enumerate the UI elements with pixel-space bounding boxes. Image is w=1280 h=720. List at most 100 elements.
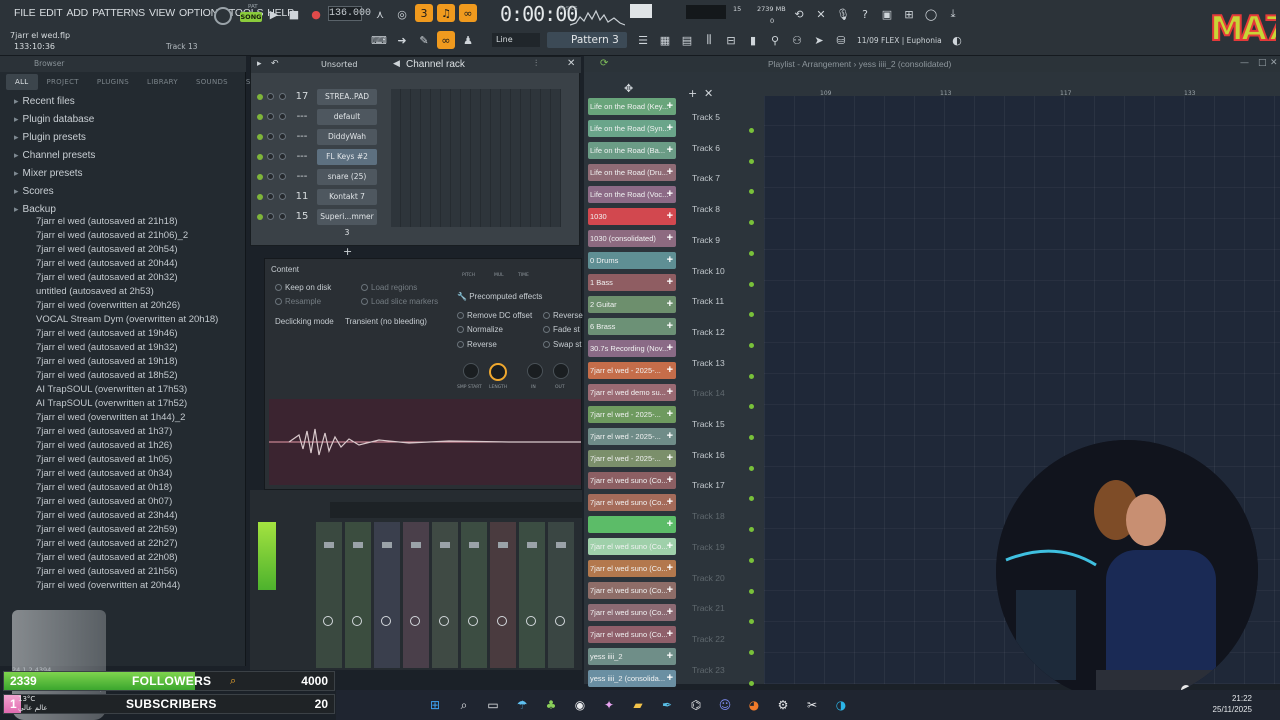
load-regions-option[interactable]: Load regions [361,283,417,292]
rack-channel[interactable]: --- FL Keys #2 [257,149,387,165]
loop-record-icon[interactable]: ∞ [459,4,477,22]
mixer-channel[interactable] [490,522,516,668]
menu-add[interactable]: ADD [67,7,89,19]
save-icon[interactable]: ▣ [878,5,896,23]
channel-pan-knob[interactable] [267,113,274,120]
browser-file-item[interactable]: 7jarr el wed (autosaved at 0h18) [36,482,172,493]
mixer-fader-handle[interactable] [353,542,363,548]
browser-folder[interactable]: ▸ Backup [14,204,56,215]
rack-channel[interactable]: 15 Superi...mmer 3 [257,209,387,237]
wait-input-icon[interactable]: ◎ [393,5,411,23]
channel-volume-knob[interactable] [279,173,286,180]
track-name[interactable]: Track 13 [692,358,725,368]
channel-pan-knob[interactable] [267,173,274,180]
pattern-clip[interactable]: 1030 (consolidated) + [588,230,676,247]
add-track-icon[interactable]: + [688,87,697,100]
swap-stereo-option[interactable]: Swap st [543,340,581,349]
chat-icon[interactable]: ◯ [922,5,940,23]
help-icon[interactable]: ? [856,5,874,23]
add-pattern-icon[interactable]: + [667,362,673,379]
track-name[interactable]: Track 21 [692,603,725,613]
pattern-clip[interactable]: + [588,516,676,533]
track-enable-dot[interactable] [749,158,754,164]
cart-icon[interactable]: ⛁ [832,31,850,49]
browser-file-item[interactable]: AI TrapSOUL (overwritten at 17h52) [36,398,187,409]
stamp-icon[interactable]: ♟ [459,31,477,49]
track-enable-dot[interactable] [749,496,754,502]
browser-file-item[interactable]: VOCAL Stream Dym (overwritten at 20h18) [36,314,218,325]
track-enable-dot[interactable] [749,649,754,655]
channel-name-button[interactable]: Superi...mmer 3 [317,209,377,237]
declicking-select[interactable]: Transient (no bleeding) [345,317,427,326]
mixer-channel[interactable] [345,522,371,668]
channel-pan-knob[interactable] [267,133,274,140]
length-knob[interactable] [489,363,507,381]
mixer-fader-handle[interactable] [411,542,421,548]
browser-file-item[interactable]: AI TrapSOUL (overwritten at 17h53) [36,384,187,395]
close-icon[interactable]: ✕ [567,58,575,69]
pattern-clip[interactable]: 7jarr el wed - 2025-... + [588,428,676,445]
reverse-polarity-option[interactable]: Reverse [543,311,583,320]
pattern-clip[interactable]: Life on the Road (Key... + [588,98,676,115]
mixer-fader-handle[interactable] [440,542,450,548]
channel-mixer-track[interactable]: 11 [293,189,311,205]
add-pattern-icon[interactable]: + [667,384,673,401]
add-channel-icon[interactable]: + [343,245,352,258]
track-name[interactable]: Track 17 [692,480,725,490]
mixer-channel[interactable] [548,522,574,668]
add-pattern-icon[interactable]: + [667,428,673,445]
track-enable-dot[interactable] [749,588,754,594]
record-icon[interactable]: ● [307,5,325,23]
plug-icon[interactable]: ⚲ [766,31,784,49]
track-name[interactable]: Track 11 [692,296,724,306]
browser-file-item[interactable]: 7jarr el wed (autosaved at 19h46) [36,328,178,339]
stop-icon[interactable]: ■ [285,5,303,23]
panic-icon[interactable]: ✕ [812,5,830,23]
add-pattern-icon[interactable]: + [667,164,673,181]
channel-mute-dot[interactable] [257,134,263,140]
add-pattern-icon[interactable]: + [667,186,673,203]
smp-start-knob[interactable] [463,363,479,379]
normalize-option[interactable]: Normalize [457,325,503,334]
add-pattern-icon[interactable]: + [667,98,673,115]
mixer-fader-handle[interactable] [527,542,537,548]
mixer-send-knob[interactable] [352,616,362,626]
undo-history-icon[interactable]: ⟲ [790,5,808,23]
pattern-clip[interactable]: 7jarr el wed demo su... + [588,384,676,401]
add-pattern-icon[interactable]: + [667,582,673,599]
mixer-channel[interactable] [403,522,429,668]
globe-icon[interactable]: ◐ [948,31,966,49]
browser-icon[interactable]: ⊟ [722,31,740,49]
windows-start-icon[interactable]: ⊞ [426,696,444,714]
browser-folder[interactable]: ▸ Scores [14,186,54,197]
track-name[interactable]: Track 23 [692,665,725,675]
track-name[interactable]: Track 20 [692,573,725,583]
weather-widget[interactable]: 13°C عالم عالي [18,695,48,713]
metronome-icon[interactable]: ⋏ [371,5,389,23]
channel-mute-dot[interactable] [257,114,263,120]
obs-icon[interactable]: ◉ [571,696,589,714]
mixer-channel[interactable] [316,522,342,668]
channel-name-button[interactable]: snare (25) [317,169,377,185]
pattern-clip[interactable]: 7jarr el wed suno (Co... + [588,582,676,599]
pattern-clip[interactable]: 2 Guitar + [588,296,676,313]
browser-file-item[interactable]: 7jarr el wed (autosaved at 1h26) [36,440,172,451]
add-pattern-icon[interactable]: + [667,604,673,621]
mixer-send-knob[interactable] [439,616,449,626]
mixer-send-knob[interactable] [410,616,420,626]
channel-mute-dot[interactable] [257,194,263,200]
menu-edit[interactable]: EDIT [39,7,62,19]
track-enable-dot[interactable] [749,680,754,686]
discord-icon[interactable]: ☺ [716,696,734,714]
channel-volume-knob[interactable] [279,193,286,200]
snap-select[interactable]: Line [492,33,540,47]
out-knob[interactable] [553,363,569,379]
resample-option[interactable]: Resample [275,297,321,306]
channel-mute-dot[interactable] [257,154,263,160]
channel-name-button[interactable]: FL Keys #2 [317,149,377,165]
channel-name-button[interactable]: DiddyWah [317,129,377,145]
browser-file-item[interactable]: 7jarr el wed (autosaved at 0h07) [36,496,172,507]
mixer-channel[interactable] [461,522,487,668]
browser-file-item[interactable]: 7jarr el wed (overwritten at 1h44)_2 [36,412,185,423]
pattern-clip[interactable]: Life on the Road (Dru... + [588,164,676,181]
